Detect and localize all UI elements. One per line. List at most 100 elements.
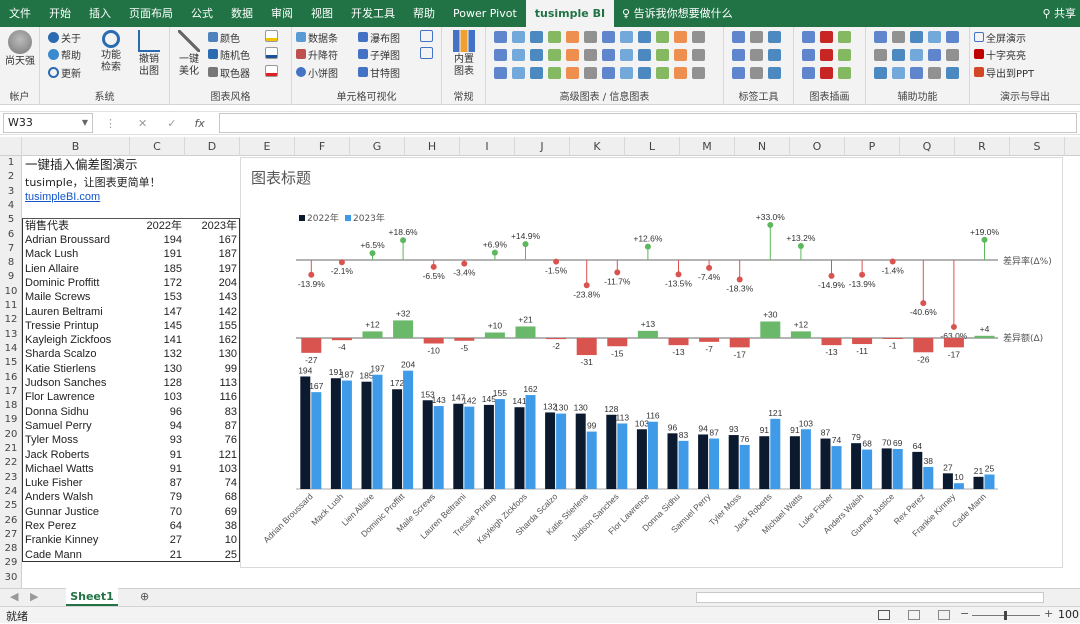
- ribbon-tool-icon[interactable]: [820, 49, 833, 61]
- row-header-2[interactable]: 2: [0, 170, 22, 184]
- ribbon-tool-icon[interactable]: [874, 67, 887, 79]
- ribbon-tool-icon[interactable]: [946, 67, 959, 79]
- column-header-Q[interactable]: Q: [900, 137, 955, 156]
- column-header-C[interactable]: C: [130, 137, 185, 156]
- undo-chart-button[interactable]: 撤销出图: [132, 30, 166, 78]
- ribbon-tool-icon[interactable]: [638, 49, 651, 61]
- row-header-9[interactable]: 9: [0, 270, 22, 284]
- gantt-button[interactable]: 甘特图: [358, 65, 400, 80]
- ribbon-tool-icon[interactable]: [602, 31, 615, 43]
- color-button[interactable]: 颜色: [208, 30, 240, 45]
- column-header-L[interactable]: L: [625, 137, 680, 156]
- row-header-29[interactable]: 29: [0, 556, 22, 570]
- row-header-30[interactable]: 30: [0, 571, 22, 585]
- menu-tab-10[interactable]: Power Pivot: [444, 0, 526, 27]
- ribbon-tool-icon[interactable]: [548, 49, 561, 61]
- help-button[interactable]: 帮助: [48, 47, 81, 62]
- chart-area[interactable]: 图表标题 2022年 2023年 差异率(Δ%) -13.9% -2.1% +6.5% +1…: [240, 157, 1063, 568]
- menu-tab-7[interactable]: 视图: [302, 0, 342, 27]
- function-icon[interactable]: fx: [194, 117, 204, 130]
- ribbon-tool-icon[interactable]: [494, 49, 507, 61]
- add-sheet-icon[interactable]: ⊕: [140, 590, 149, 603]
- column-header-D[interactable]: D: [185, 137, 240, 156]
- share-button[interactable]: ⚲ 共享: [1042, 0, 1076, 27]
- ribbon-tool-icon[interactable]: [750, 49, 763, 61]
- ribbon-tool-icon[interactable]: [494, 67, 507, 79]
- row-header-15[interactable]: 15: [0, 356, 22, 370]
- menu-tab-3[interactable]: 页面布局: [120, 0, 182, 27]
- column-header-N[interactable]: N: [735, 137, 790, 156]
- ribbon-tool-icon[interactable]: [820, 67, 833, 79]
- ribbon-tool-icon[interactable]: [802, 31, 815, 43]
- row-header-6[interactable]: 6: [0, 228, 22, 242]
- line-color-icon[interactable]: [265, 47, 278, 59]
- ribbon-tool-icon[interactable]: [910, 49, 923, 61]
- column-header-J[interactable]: J: [515, 137, 570, 156]
- zoom-slider[interactable]: [972, 611, 1040, 620]
- ribbon-tool-icon[interactable]: [620, 67, 633, 79]
- zoom-in-icon[interactable]: +: [1044, 607, 1053, 620]
- font-color-icon[interactable]: [265, 65, 278, 77]
- row-header-1[interactable]: 1: [0, 156, 22, 170]
- row-header-18[interactable]: 18: [0, 399, 22, 413]
- menu-tab-8[interactable]: 开发工具: [342, 0, 404, 27]
- zoom-level[interactable]: 100: [1058, 608, 1079, 621]
- ribbon-tool-icon[interactable]: [928, 49, 941, 61]
- ribbon-tool-icon[interactable]: [820, 31, 833, 43]
- ribbon-tool-icon[interactable]: [874, 31, 887, 43]
- zoom-thumb[interactable]: [1004, 611, 1007, 620]
- ribbon-tool-icon[interactable]: [892, 67, 905, 79]
- row-header-17[interactable]: 17: [0, 385, 22, 399]
- export-ppt-button[interactable]: 导出到PPT: [974, 65, 1034, 80]
- ribbon-tool-icon[interactable]: [692, 49, 705, 61]
- ribbon-tool-icon[interactable]: [892, 31, 905, 43]
- row-header-23[interactable]: 23: [0, 471, 22, 485]
- ribbon-tool-icon[interactable]: [620, 49, 633, 61]
- row-header-16[interactable]: 16: [0, 371, 22, 385]
- select-all-corner[interactable]: [0, 137, 22, 156]
- column-header-G[interactable]: G: [350, 137, 405, 156]
- color-picker-button[interactable]: 取色器: [208, 65, 250, 80]
- ribbon-tool-icon[interactable]: [620, 31, 633, 43]
- column-header-E[interactable]: E: [240, 137, 295, 156]
- ribbon-tool-icon[interactable]: [692, 31, 705, 43]
- column-header-O[interactable]: O: [790, 137, 845, 156]
- ribbon-tool-icon[interactable]: [512, 31, 525, 43]
- column-header-P[interactable]: P: [845, 137, 900, 156]
- ribbon-tool-icon[interactable]: [750, 31, 763, 43]
- ribbon-tool-icon[interactable]: [512, 67, 525, 79]
- ribbon-tool-icon[interactable]: [838, 31, 851, 43]
- scroll-left-icon[interactable]: ◀: [10, 590, 18, 603]
- sheet-tab-sheet1[interactable]: Sheet1: [66, 588, 118, 606]
- row-header-5[interactable]: 5: [0, 213, 22, 227]
- horizontal-scrollbar[interactable]: [696, 592, 1044, 603]
- random-color-button[interactable]: 随机色: [208, 47, 250, 62]
- ribbon-tool-icon[interactable]: [768, 67, 781, 79]
- ribbon-tool-icon[interactable]: [674, 49, 687, 61]
- ribbon-tool-icon[interactable]: [530, 67, 543, 79]
- ribbon-tool-icon[interactable]: [838, 49, 851, 61]
- column-header-H[interactable]: H: [405, 137, 460, 156]
- beautify-button[interactable]: 一键美化: [174, 30, 204, 78]
- sheet-link[interactable]: tusimpleBI.com: [25, 190, 100, 204]
- tell-me-search[interactable]: ♀ 告诉我你想要做什么: [614, 0, 741, 27]
- ribbon-tool-icon[interactable]: [732, 31, 745, 43]
- ribbon-tool-icon[interactable]: [584, 67, 597, 79]
- row-header-14[interactable]: 14: [0, 342, 22, 356]
- account-button[interactable]: 尚天强: [3, 30, 37, 68]
- ribbon-tool-icon[interactable]: [656, 31, 669, 43]
- ribbon-tool-icon[interactable]: [838, 67, 851, 79]
- menu-tab-9[interactable]: 帮助: [404, 0, 444, 27]
- column-header-B[interactable]: B: [22, 137, 130, 156]
- cancel-icon[interactable]: ✕: [138, 117, 147, 130]
- ribbon-tool-icon[interactable]: [602, 67, 615, 79]
- bullet-button[interactable]: 子弹图: [358, 47, 400, 62]
- row-header-21[interactable]: 21: [0, 442, 22, 456]
- ribbon-tool-icon[interactable]: [530, 31, 543, 43]
- ribbon-tool-icon[interactable]: [802, 67, 815, 79]
- mini-pie-button[interactable]: 小饼图: [296, 65, 338, 80]
- ribbon-tool-icon[interactable]: [910, 67, 923, 79]
- column-header-K[interactable]: K: [570, 137, 625, 156]
- column-header-R[interactable]: R: [955, 137, 1010, 156]
- ribbon-tool-icon[interactable]: [512, 49, 525, 61]
